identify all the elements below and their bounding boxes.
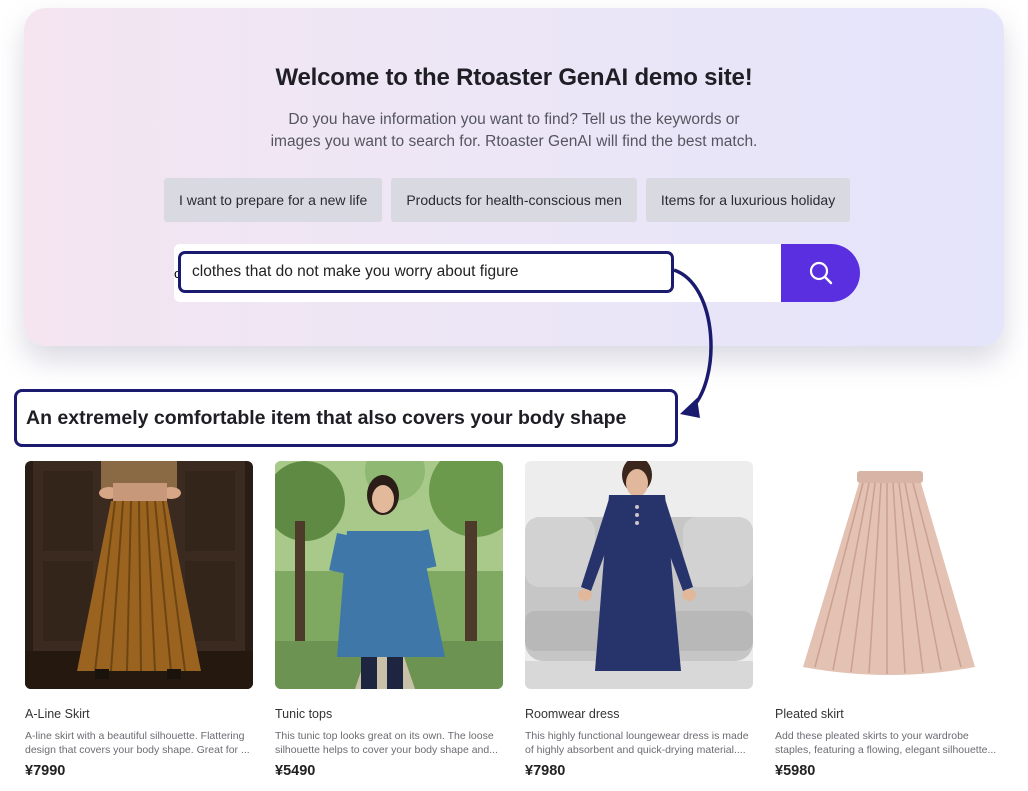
search-button[interactable] bbox=[781, 244, 860, 302]
product-description: A-line skirt with a beautiful silhouette… bbox=[25, 730, 250, 756]
product-name[interactable]: Tunic tops bbox=[275, 707, 503, 721]
product-card[interactable]: A-Line Skirt A-line skirt with a beautif… bbox=[25, 461, 253, 779]
query-highlight: clothes that do not make you worry about… bbox=[178, 251, 674, 293]
product-grid: A-Line Skirt A-line skirt with a beautif… bbox=[25, 461, 1003, 779]
page: Welcome to the Rtoaster GenAI demo site!… bbox=[0, 0, 1028, 791]
product-image[interactable] bbox=[525, 461, 753, 689]
page-title: Welcome to the Rtoaster GenAI demo site! bbox=[275, 64, 753, 91]
suggestion-chip-luxurious-holiday[interactable]: Items for a luxurious holiday bbox=[645, 178, 851, 222]
product-image[interactable] bbox=[275, 461, 503, 689]
pleated-skirt-photo-icon bbox=[775, 461, 1003, 689]
suggestion-chip-health-men[interactable]: Products for health-conscious men bbox=[391, 178, 637, 222]
arrow-head-icon bbox=[680, 398, 700, 418]
ai-interpretation-box: An extremely comfortable item that also … bbox=[14, 389, 678, 447]
product-description: This highly functional loungewear dress … bbox=[525, 730, 749, 756]
product-card[interactable]: Roomwear dress This highly functional lo… bbox=[525, 461, 753, 779]
product-name[interactable]: Pleated skirt bbox=[775, 707, 1003, 721]
product-price: ¥5490 bbox=[275, 763, 316, 779]
hero-description: Do you have information you want to find… bbox=[24, 109, 1004, 153]
product-price: ¥5980 bbox=[775, 763, 816, 779]
product-description: Add these pleated skirts to your wardrob… bbox=[775, 730, 997, 756]
hero-description-line-1: Do you have information you want to find… bbox=[288, 111, 740, 128]
dress-photo-icon bbox=[525, 461, 753, 689]
hero-panel: Welcome to the Rtoaster GenAI demo site!… bbox=[24, 8, 1004, 346]
hero-description-line-2: images you want to search for. Rtoaster … bbox=[270, 133, 758, 150]
product-image[interactable] bbox=[775, 461, 1003, 689]
suggestion-chip-new-life[interactable]: I want to prepare for a new life bbox=[164, 178, 383, 222]
product-name[interactable]: A-Line Skirt bbox=[25, 707, 253, 721]
suggestion-chips: I want to prepare for a new life Product… bbox=[164, 178, 851, 222]
product-card[interactable]: Tunic tops This tunic top looks great on… bbox=[275, 461, 503, 779]
product-price: ¥7980 bbox=[525, 763, 566, 779]
search-icon bbox=[809, 261, 832, 285]
tunic-photo-icon bbox=[275, 461, 503, 689]
product-card[interactable]: Pleated skirt Add these pleated skirts t… bbox=[775, 461, 1003, 779]
product-price: ¥7990 bbox=[25, 763, 66, 779]
product-description: This tunic top looks great on its own. T… bbox=[275, 730, 498, 756]
skirt-photo-icon bbox=[25, 461, 253, 689]
product-name[interactable]: Roomwear dress bbox=[525, 707, 753, 721]
product-image[interactable] bbox=[25, 461, 253, 689]
